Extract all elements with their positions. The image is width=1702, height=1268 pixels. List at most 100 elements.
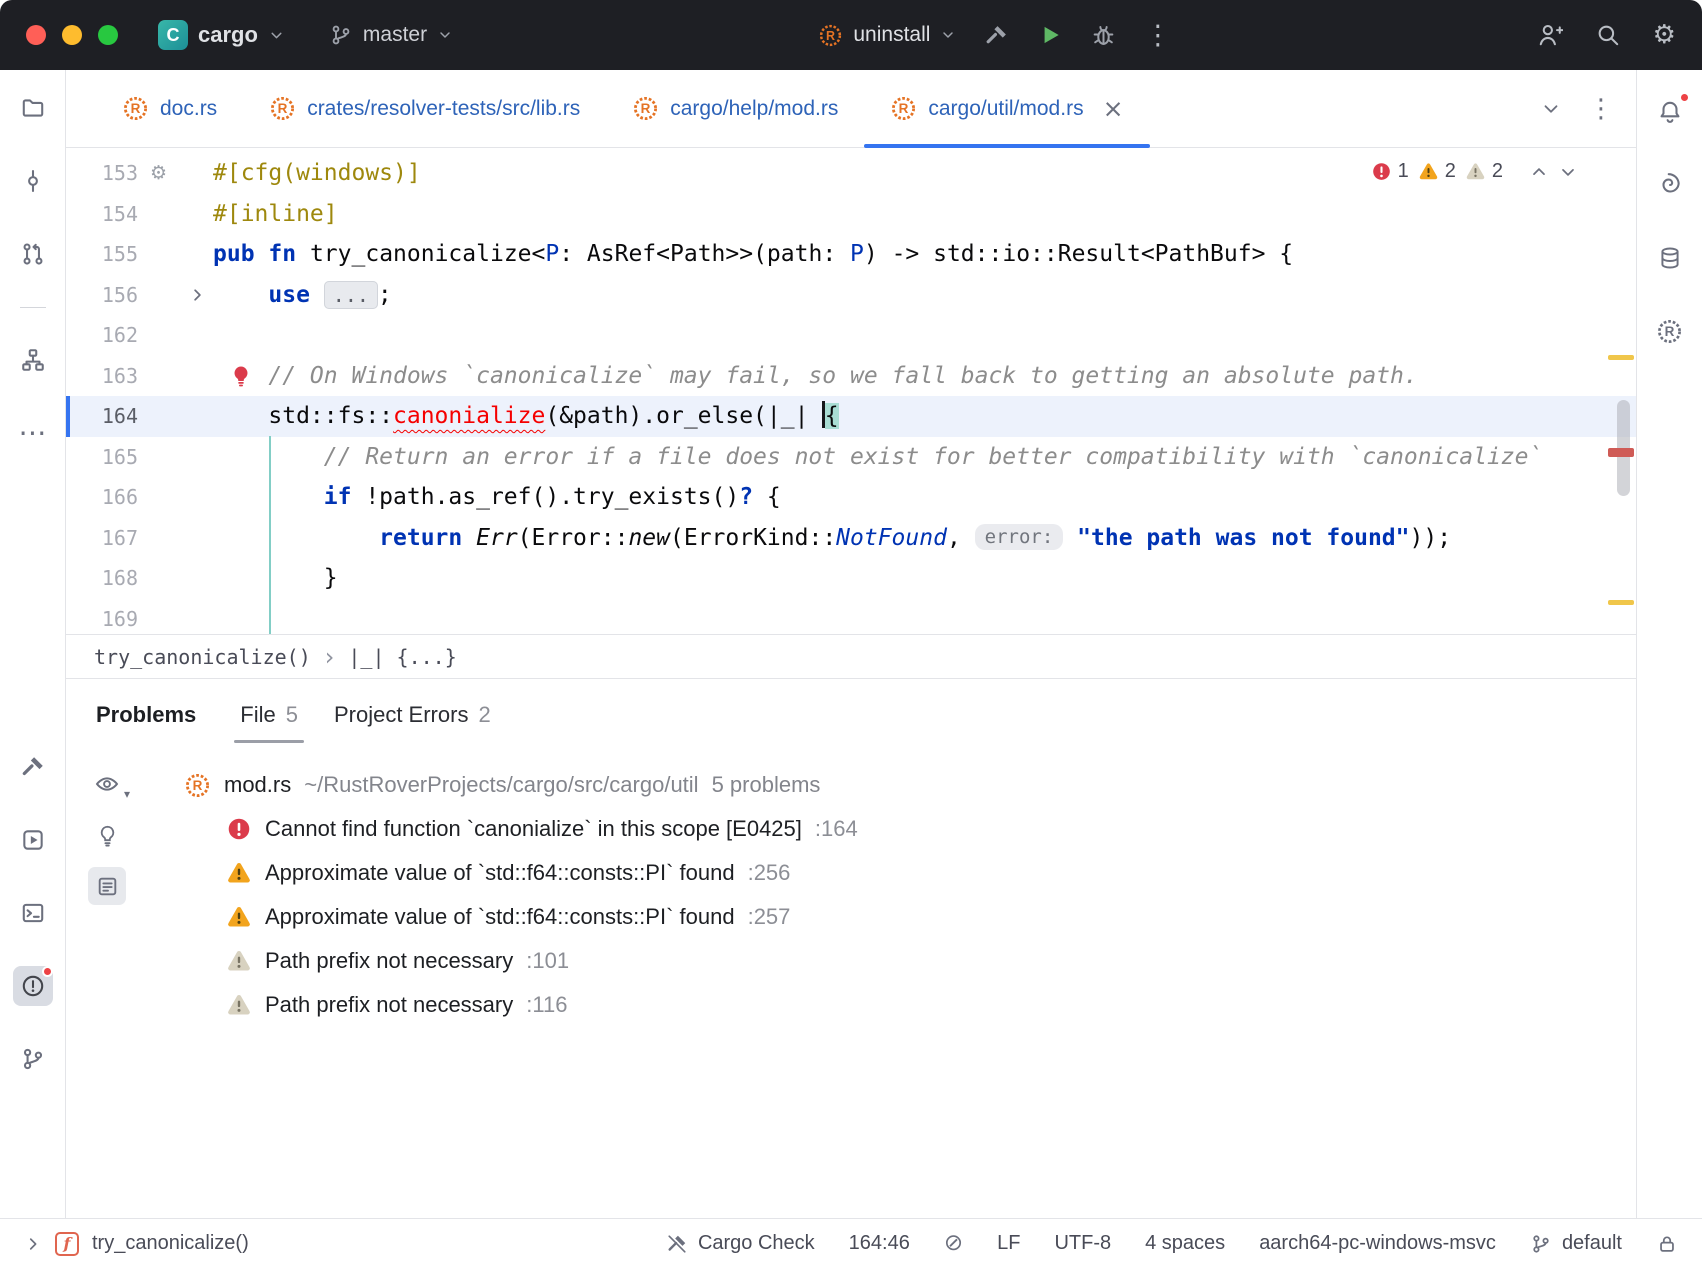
gutter[interactable]: 168 <box>66 558 213 599</box>
tab-file[interactable]: File 5 <box>222 679 316 751</box>
add-user-icon[interactable] <box>1537 22 1563 48</box>
gutter[interactable]: 164 <box>66 396 213 437</box>
tab-project-errors[interactable]: Project Errors 2 <box>316 679 509 751</box>
fold-arrow-icon[interactable] <box>188 285 207 304</box>
git-branch-icon <box>329 23 353 47</box>
problem-row[interactable]: Path prefix not necessary:116 <box>148 983 1636 1027</box>
code-line[interactable]: 154#[inline] <box>66 194 1636 235</box>
stripe-error-mark[interactable] <box>1608 448 1634 457</box>
problems-body: ▾ R mod.rs <box>66 751 1636 1218</box>
debug-bug-icon[interactable] <box>1091 23 1116 48</box>
file-encoding[interactable]: UTF-8 <box>1054 1232 1111 1255</box>
line-number: 169 <box>66 607 138 631</box>
code-line[interactable]: 167 return Err(Error::new(ErrorKind::Not… <box>66 518 1636 559</box>
problem-row[interactable]: Cannot find function `canonialize` in th… <box>148 807 1636 851</box>
project-widget[interactable]: C cargo <box>158 20 285 50</box>
chevron-right-icon[interactable] <box>24 1235 42 1253</box>
breadcrumb-closure[interactable]: |_| {...} <box>348 645 456 669</box>
editor-tab[interactable]: Rcargo/util/mod.rs× <box>864 70 1149 147</box>
breadcrumb-function[interactable]: try_canonicalize() <box>94 645 311 669</box>
close-window-button[interactable] <box>26 25 46 45</box>
code-editor[interactable]: 153⚙#[cfg(windows)]154#[inline]155pub fn… <box>66 148 1636 635</box>
settings-gear-icon[interactable]: ⚙ <box>1653 22 1676 48</box>
kebab-menu-icon[interactable]: ⋮ <box>1144 22 1171 49</box>
gutter[interactable]: 153⚙ <box>66 153 213 194</box>
run-button[interactable] <box>1037 22 1063 48</box>
code-line[interactable]: 168 } <box>66 558 1636 599</box>
gear-icon[interactable]: ⚙ <box>150 162 167 184</box>
problem-row[interactable]: Approximate value of `std::f64::consts::… <box>148 895 1636 939</box>
gutter[interactable]: 156 <box>66 275 213 316</box>
preview-eye-icon[interactable]: ▾ <box>88 765 126 803</box>
project-tool-icon[interactable] <box>13 88 53 128</box>
kebab-menu-icon[interactable]: ⋮ <box>1588 96 1614 122</box>
titlebar-right-actions: ⚙ <box>1537 22 1676 48</box>
build-target[interactable]: aarch64-pc-windows-msvc <box>1259 1232 1496 1255</box>
problem-row[interactable]: Approximate value of `std::f64::consts::… <box>148 851 1636 895</box>
cargo-check-widget[interactable]: Cargo Check <box>666 1232 815 1255</box>
problems-file-row[interactable]: R mod.rs ~/RustRoverProjects/cargo/src/c… <box>148 763 1636 807</box>
gutter[interactable]: 167 <box>66 518 213 559</box>
tab-label: cargo/util/mod.rs <box>928 97 1083 121</box>
gutter[interactable]: 169 <box>66 599 213 636</box>
code-line[interactable]: 162 <box>66 315 1636 356</box>
close-icon[interactable]: × <box>1103 94 1124 123</box>
project-name: cargo <box>198 22 258 48</box>
editor-tab[interactable]: Rcargo/help/mod.rs <box>606 70 864 147</box>
editor-tab[interactable]: Rdoc.rs <box>96 70 243 147</box>
code-line[interactable]: 166 if !path.as_ref().try_exists()? { <box>66 477 1636 518</box>
vcs-branch-widget[interactable]: master <box>329 23 453 47</box>
maximize-window-button[interactable] <box>98 25 118 45</box>
editor-tabs: Rdoc.rsRcrates/resolver-tests/src/lib.rs… <box>96 70 1150 147</box>
problem-row[interactable]: Path prefix not necessary:101 <box>148 939 1636 983</box>
code-text: return Err(Error::new(ErrorKind::NotFoun… <box>213 517 1636 559</box>
highlighting-level-icon[interactable]: ⊘ <box>944 1232 963 1255</box>
gutter[interactable]: 166 <box>66 477 213 518</box>
code-line[interactable]: 163 // On Windows `canonicalize` may fai… <box>66 356 1636 397</box>
git-branch-widget[interactable]: default <box>1530 1232 1622 1255</box>
notifications-bell-icon[interactable] <box>1650 92 1690 132</box>
run-config-selector[interactable]: R uninstall <box>818 23 956 48</box>
code-line[interactable]: 164 std::fs::canonialize(&path).or_else(… <box>66 396 1636 437</box>
code-line[interactable]: 165 // Return an error if a file does no… <box>66 437 1636 478</box>
ai-assistant-icon[interactable] <box>1650 165 1690 205</box>
gutter[interactable]: 165 <box>66 437 213 478</box>
rust-plugin-icon[interactable]: R <box>1650 311 1690 351</box>
inspection-widget[interactable]: 1 2 2 <box>1365 158 1584 185</box>
lock-icon[interactable] <box>1656 1233 1678 1255</box>
code-line[interactable]: 155pub fn try_canonicalize<P: AsRef<Path… <box>66 234 1636 275</box>
build-hammer-icon[interactable] <box>984 23 1009 48</box>
terminal-tool-icon[interactable] <box>13 893 53 933</box>
stripe-warning-mark[interactable] <box>1608 600 1634 605</box>
problems-tool-icon[interactable] <box>13 966 53 1006</box>
next-problem-icon[interactable] <box>1558 162 1578 182</box>
prev-problem-icon[interactable] <box>1529 162 1549 182</box>
run-tool-icon[interactable] <box>13 820 53 860</box>
pull-requests-tool-icon[interactable] <box>13 234 53 274</box>
stripe-warning-mark[interactable] <box>1608 355 1634 360</box>
search-icon[interactable] <box>1595 22 1621 48</box>
error-bulb-icon[interactable] <box>229 364 253 388</box>
indent-setting[interactable]: 4 spaces <box>1145 1232 1225 1255</box>
commit-tool-icon[interactable] <box>13 161 53 201</box>
git-tool-icon[interactable] <box>13 1039 53 1079</box>
build-tool-icon[interactable] <box>13 747 53 787</box>
quickfix-bulb-icon[interactable] <box>88 816 126 854</box>
chevron-down-icon[interactable] <box>1540 98 1562 120</box>
database-tool-icon[interactable] <box>1650 238 1690 278</box>
gutter[interactable]: 155 <box>66 234 213 275</box>
code-text: pub fn try_canonicalize<P: AsRef<Path>>(… <box>213 234 1636 275</box>
code-line[interactable]: 156 use ...; <box>66 275 1636 316</box>
minimize-window-button[interactable] <box>62 25 82 45</box>
editor-tab[interactable]: Rcrates/resolver-tests/src/lib.rs <box>243 70 606 147</box>
structure-tool-icon[interactable] <box>13 340 53 380</box>
gutter[interactable]: 154 <box>66 194 213 235</box>
open-preview-icon[interactable] <box>88 867 126 905</box>
gutter[interactable]: 163 <box>66 356 213 397</box>
code-line[interactable]: 169 <box>66 599 1636 636</box>
more-tools-icon[interactable]: ⋯ <box>13 413 53 453</box>
line-ending[interactable]: LF <box>997 1232 1020 1255</box>
gutter[interactable]: 162 <box>66 315 213 356</box>
caret-position[interactable]: 164:46 <box>849 1232 910 1255</box>
current-symbol[interactable]: try_canonicalize() <box>92 1232 249 1255</box>
